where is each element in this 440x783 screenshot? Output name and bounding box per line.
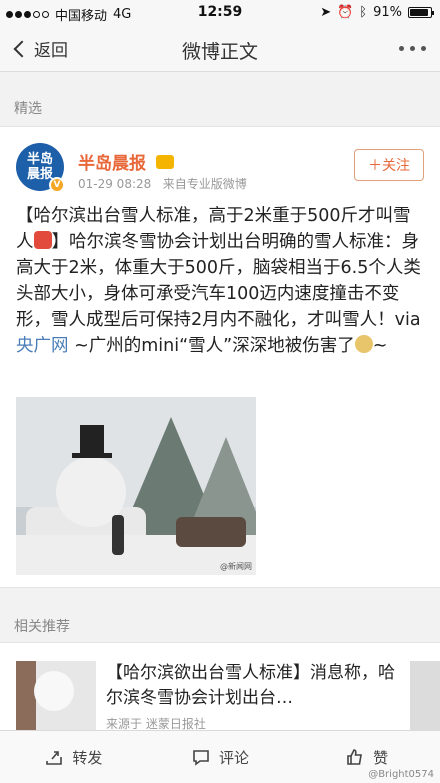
battery-icon xyxy=(408,7,434,18)
featured-label: 精选 xyxy=(14,101,42,117)
vip-crown-icon xyxy=(155,155,174,169)
related-title: 【哈尔滨欲出台雪人标准】消息称，哈尔滨冬雪协会计划出台… xyxy=(106,663,395,708)
battery-percent: 91% xyxy=(373,5,402,20)
related-thumbnail xyxy=(16,661,96,730)
related-thumbnail-next xyxy=(410,661,440,730)
watermark: @Bright0574 xyxy=(368,769,434,780)
related-source: 来源于 迷蒙日报社 xyxy=(106,717,206,730)
post-text-part4: ~ xyxy=(372,336,388,356)
verified-icon: V xyxy=(49,177,65,193)
location-icon: ➤ xyxy=(320,5,332,20)
alarm-icon: ⏰ xyxy=(337,5,354,20)
post-image[interactable]: @新闻网 xyxy=(16,397,256,575)
post-text-part3: ~广州的mini“雪人”深深地被伤害了 xyxy=(68,336,355,356)
repost-label: 转发 xyxy=(72,748,103,767)
action-bar: 转发 评论 赞 @Bright0574 xyxy=(0,730,440,783)
post-text: 【哈尔滨出台雪人标准，高于2米重于500斤才叫雪人 】哈尔滨冬雪协会计划出台明确的… xyxy=(16,203,428,359)
more-options-icon[interactable] xyxy=(399,46,426,51)
post-meta: 01-29 08:28 来自专业版微博 xyxy=(78,175,247,192)
thumbs-up-icon xyxy=(347,749,363,765)
image-watermark: @新闻网 xyxy=(220,562,252,571)
author-label: 半岛晨报 xyxy=(78,154,146,174)
comment-icon xyxy=(193,750,209,766)
related-item[interactable]: 【哈尔滨欲出台雪人标准】消息称，哈尔滨冬雪协会计划出台… 来源于 迷蒙日报社 xyxy=(0,642,440,730)
nav-bar: 返回 微博正文 xyxy=(0,26,440,72)
related-label: 相关推荐 xyxy=(14,619,70,635)
repost-button[interactable]: 转发 xyxy=(0,731,147,783)
post-source: 来自专业版微博 xyxy=(162,177,247,191)
bluetooth-icon: ᛒ xyxy=(359,5,368,20)
follow-button[interactable]: ＋关注 xyxy=(354,149,424,181)
like-label: 赞 xyxy=(373,748,389,767)
angry-emoji-icon xyxy=(33,231,52,249)
repost-icon xyxy=(46,751,63,765)
comment-label: 评论 xyxy=(219,748,250,767)
doge-emoji-icon xyxy=(354,335,373,353)
status-bar: 中国移动 4G 12:59 ➤ ⏰ ᛒ 91% xyxy=(0,0,440,26)
status-right: ➤ ⏰ ᛒ 91% xyxy=(320,5,434,20)
post-text-part2: 】哈尔滨冬雪协会计划出台明确的雪人标准：身高大于2米，体重大于500斤，脑袋相当… xyxy=(16,232,421,330)
comment-button[interactable]: 评论 xyxy=(147,731,294,783)
post-timestamp: 01-29 08:28 xyxy=(78,177,152,191)
post-card: 半岛晨报 V 半岛晨报 01-29 08:28 来自专业版微博 ＋关注 【哈尔滨… xyxy=(0,126,440,588)
page-title: 微博正文 xyxy=(181,41,258,63)
source-link[interactable]: 央广网 xyxy=(16,336,69,356)
author-name[interactable]: 半岛晨报 xyxy=(78,149,174,174)
